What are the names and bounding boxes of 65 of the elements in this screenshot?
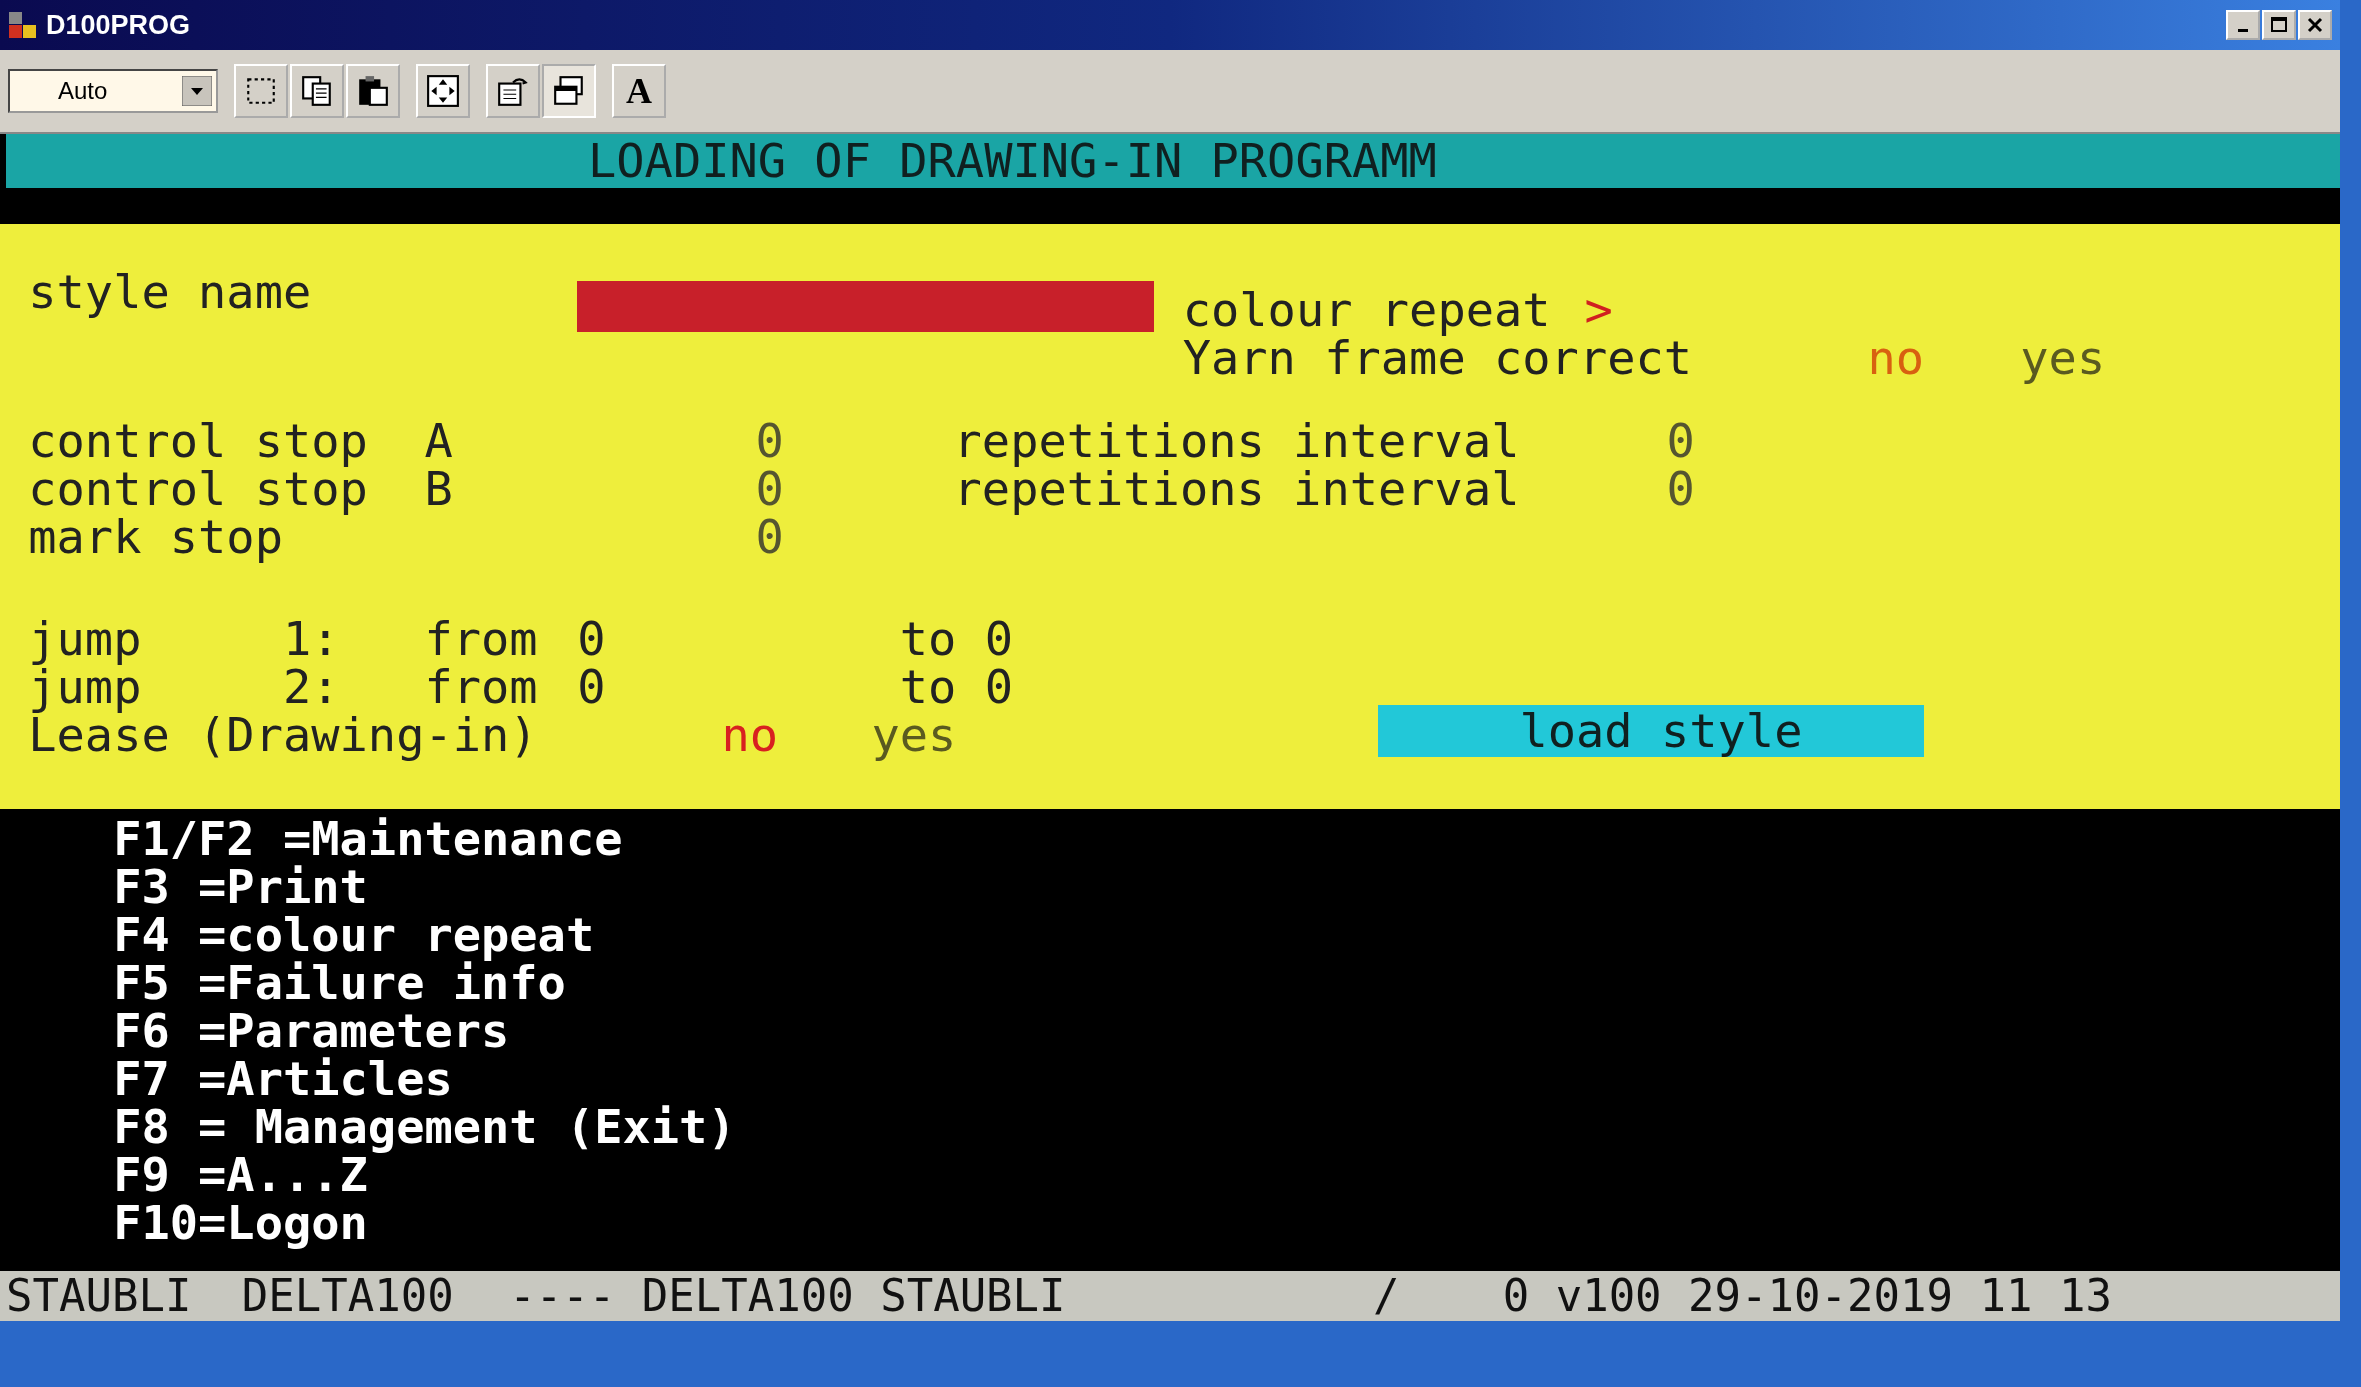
field-value: 0: [577, 615, 607, 663]
paste-button[interactable]: [346, 64, 400, 118]
field-label: jump: [28, 615, 143, 663]
status-text: ---- DELTA100 STAUBLI: [509, 1272, 1067, 1320]
field-value: 0: [984, 663, 1013, 711]
stop-letter: A: [424, 417, 454, 465]
select-tool-button[interactable]: [234, 64, 288, 118]
jump-number: 1:: [282, 615, 341, 663]
caret-icon: [182, 76, 212, 106]
field-value: 0: [755, 513, 784, 561]
minimize-icon: [2238, 28, 2248, 32]
field-label: control stop: [28, 417, 369, 465]
status-text: STAUBLI: [6, 1272, 193, 1320]
function-key-hint: F8 = Management (Exit): [113, 1103, 736, 1151]
zoom-dropdown[interactable]: Auto: [8, 69, 218, 113]
window-button[interactable]: [542, 64, 596, 118]
option-toggle[interactable]: no: [721, 711, 872, 759]
windows-icon: [552, 74, 586, 108]
function-key-hint: F7 =Articles: [113, 1055, 453, 1103]
field-label: repetitions interval: [953, 417, 1521, 465]
field-label: style name: [28, 268, 313, 316]
move-button[interactable]: [416, 64, 470, 118]
field-label: from: [424, 663, 539, 711]
function-key-hint: F10=Logon: [113, 1199, 368, 1247]
minimize-button[interactable]: [2226, 10, 2260, 40]
function-key-hint: F9 =A...Z: [113, 1151, 368, 1199]
copy-button[interactable]: [290, 64, 344, 118]
maximize-button[interactable]: [2262, 10, 2296, 40]
field-label: to: [899, 663, 958, 711]
field-label: to: [899, 615, 958, 663]
function-key-hint: F6 =Parameters: [113, 1007, 510, 1055]
load-style-button[interactable]: load style: [1378, 705, 1925, 757]
field-label: mark stop: [28, 513, 283, 561]
field-value: 0: [755, 417, 785, 465]
field-value: 0: [1666, 465, 1695, 513]
arrow-marker: >: [1584, 286, 1613, 334]
status-text: DELTA100: [241, 1272, 455, 1320]
field-label: from: [424, 615, 539, 663]
font-button[interactable]: A: [612, 64, 666, 118]
maximize-icon: [2269, 15, 2289, 35]
field-label: colour repeat: [1182, 286, 1552, 334]
status-text: /: [1372, 1272, 1401, 1320]
properties-button[interactable]: [486, 64, 540, 118]
style-name-field[interactable]: [577, 281, 1155, 332]
screen-title: LOADING OF DRAWING-IN PROGRAMM: [587, 137, 1437, 185]
jump-number: 2:: [282, 663, 341, 711]
clipboard-icon: [356, 74, 390, 108]
status-text: 0 v100 29-10-2019 11 13: [1502, 1272, 2112, 1320]
option-toggle[interactable]: no: [1867, 334, 2021, 382]
stop-letter: B: [424, 465, 454, 513]
field-value: 0: [577, 663, 607, 711]
copy-icon: [300, 74, 334, 108]
window-title: D100PROG: [46, 9, 191, 41]
option-toggle[interactable]: yes: [2020, 334, 2174, 382]
field-value: 0: [984, 615, 1013, 663]
option-toggle[interactable]: yes: [871, 711, 1378, 759]
four-arrows-icon: [426, 74, 460, 108]
function-key-hint: F1/F2 =Maintenance: [113, 815, 623, 863]
app-logo-icon: [8, 10, 38, 40]
close-icon: [2305, 15, 2325, 35]
function-key-hint: F4 =colour repeat: [113, 911, 595, 959]
close-button[interactable]: [2298, 10, 2332, 40]
field-value: 0: [755, 465, 785, 513]
field-value: 0: [1666, 417, 1695, 465]
function-key-hint: F3 =Print: [113, 863, 368, 911]
